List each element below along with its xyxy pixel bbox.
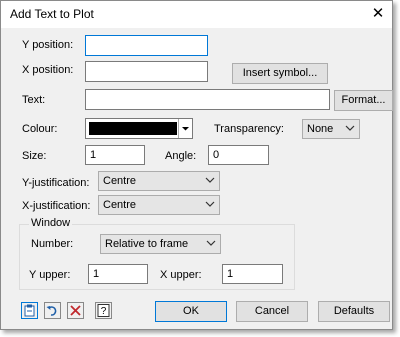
x-position-label: X position: — [22, 64, 74, 76]
size-label: Size: — [22, 150, 47, 162]
add-text-dialog: Add Text to Plot ✕ Y position: X positio… — [0, 0, 393, 330]
clipboard-icon[interactable] — [21, 302, 38, 319]
x-upper-input[interactable]: 1 — [222, 264, 283, 284]
help-icon[interactable]: ? — [95, 302, 112, 319]
x-upper-label: X upper: — [160, 269, 202, 281]
transparency-value: None — [307, 123, 334, 135]
chevron-down-icon — [345, 125, 355, 131]
transparency-label: Transparency: — [214, 123, 284, 135]
window-title: Add Text to Plot — [10, 7, 94, 21]
ok-button[interactable]: OK — [155, 301, 227, 322]
insert-symbol-button[interactable]: Insert symbol... — [232, 63, 328, 84]
x-position-input[interactable] — [85, 61, 208, 82]
svg-text:?: ? — [101, 306, 107, 317]
close-icon[interactable]: ✕ — [368, 4, 388, 24]
cancel-button[interactable]: Cancel — [236, 301, 308, 322]
colour-select[interactable] — [85, 118, 193, 139]
format-button[interactable]: Format... — [334, 90, 393, 111]
angle-label: Angle: — [165, 150, 197, 162]
chevron-down-icon — [205, 177, 215, 183]
colour-dropdown-arrow[interactable] — [178, 119, 192, 138]
clear-glyph — [70, 305, 81, 316]
y-justification-label: Y-justification: — [22, 177, 90, 189]
colour-label: Colour: — [22, 123, 58, 135]
x-justification-value: Centre — [103, 199, 137, 211]
undo-icon[interactable] — [44, 302, 61, 319]
chevron-down-icon — [182, 127, 189, 131]
colour-swatch — [89, 122, 177, 135]
title-bar: Add Text to Plot ✕ — [1, 1, 392, 28]
defaults-button[interactable]: Defaults — [318, 301, 390, 322]
x-justification-select[interactable]: Centre — [98, 195, 220, 215]
number-value: Relative to frame — [105, 238, 189, 250]
angle-input[interactable]: 0 — [208, 145, 269, 165]
x-justification-label: X-justification: — [22, 200, 91, 212]
help-glyph: ? — [97, 304, 110, 317]
clipboard-glyph — [24, 304, 35, 317]
text-label: Text: — [22, 94, 46, 106]
y-upper-input[interactable]: 1 — [88, 264, 148, 284]
y-position-label: Y position: — [22, 39, 74, 51]
size-input[interactable]: 1 — [85, 145, 145, 165]
chevron-down-icon — [205, 201, 215, 207]
y-position-input[interactable] — [85, 35, 208, 56]
chevron-down-icon — [206, 240, 216, 246]
number-select[interactable]: Relative to frame — [100, 234, 221, 254]
undo-glyph — [46, 306, 57, 316]
text-input[interactable] — [85, 89, 330, 110]
transparency-select[interactable]: None — [302, 119, 360, 139]
y-justification-value: Centre — [103, 175, 137, 187]
y-upper-label: Y upper: — [29, 269, 71, 281]
clear-icon[interactable] — [67, 302, 84, 319]
y-justification-select[interactable]: Centre — [98, 171, 220, 191]
window-group-label: Window — [29, 217, 73, 229]
number-label: Number: — [31, 238, 74, 250]
